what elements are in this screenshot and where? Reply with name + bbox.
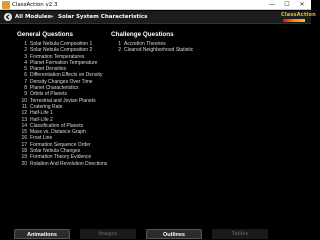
tab-images: Images	[80, 229, 136, 239]
window-titlebar: ClassAction v2.3 — ☐ ✕	[0, 0, 311, 10]
app-icon	[2, 1, 10, 9]
challenge-questions-heading: Challenge Questions	[111, 31, 174, 38]
bottom-tab-bar: Animations Images Outlines Tables	[0, 228, 311, 240]
tab-tables: Tables	[212, 229, 268, 239]
question-item[interactable]: 20 Rotation And Revolution Directions	[17, 161, 109, 167]
tab-animations[interactable]: Animations	[14, 229, 70, 239]
tab-outlines[interactable]: Outlines	[146, 229, 202, 239]
question-item[interactable]: 2 Cleared Neighborhood Statistic	[111, 47, 221, 53]
question-label: Cleared Neighborhood Statistic	[124, 47, 194, 54]
minimize-button[interactable]: —	[266, 0, 278, 10]
challenge-questions-list: 1 Accretion Theories 2 Cleared Neighborhood…	[111, 41, 221, 54]
close-button[interactable]: ✕	[296, 0, 308, 10]
general-questions-heading: General Questions	[17, 31, 73, 38]
maximize-button[interactable]: ☐	[281, 0, 293, 10]
back-arrow-icon[interactable]	[4, 13, 12, 21]
brand-logo: ClassAction	[281, 12, 316, 23]
breadcrumb-current-module: Solar System Characteristics	[58, 14, 148, 20]
question-number: 2	[118, 47, 121, 54]
nav-bar: All Modules » Solar System Characteristi…	[0, 11, 316, 24]
breadcrumb-all-modules[interactable]: All Modules	[15, 13, 51, 22]
question-label: Rotation And Revolution Directions	[30, 160, 108, 167]
breadcrumb-separator: »	[50, 14, 54, 20]
question-number: 20	[21, 160, 27, 167]
window-title: ClassAction v2.3	[12, 2, 58, 8]
general-questions-list: 1 Solar Nebula Composition 1 2 Solar Nebula…	[17, 41, 109, 167]
